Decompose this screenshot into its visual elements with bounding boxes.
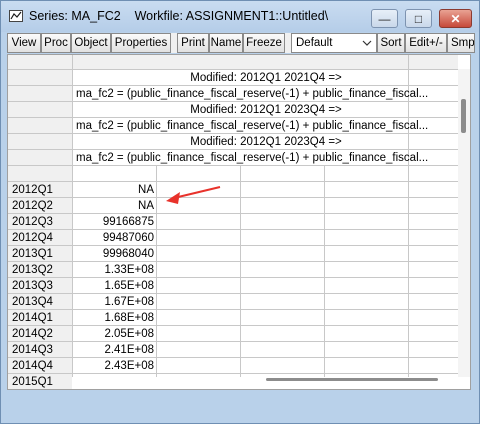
series-window: Series: MA_FC2 Workfile: ASSIGNMENT1::Un… (0, 0, 480, 424)
minimize-button[interactable]: — (371, 9, 398, 28)
cell-value[interactable]: 99968040 (74, 246, 154, 262)
name-button[interactable]: Name (209, 33, 243, 53)
freeze-button[interactable]: Freeze (243, 33, 285, 53)
title-bar[interactable]: Series: MA_FC2 Workfile: ASSIGNMENT1::Un… (1, 1, 479, 32)
grid-row-line (8, 389, 458, 390)
view-button[interactable]: View (7, 33, 41, 53)
comment-line: ma_fc2 = (public_finance_fiscal_reserve(… (76, 152, 429, 164)
object-button[interactable]: Object (71, 33, 111, 53)
row-label: 2014Q1 (12, 312, 53, 324)
close-icon: ✕ (450, 12, 461, 26)
properties-button[interactable]: Properties (111, 33, 171, 53)
cell-value[interactable]: NA (74, 198, 154, 214)
cell-value[interactable]: 1.68E+08 (74, 310, 154, 326)
header-strip (8, 55, 458, 69)
close-button[interactable]: ✕ (439, 9, 472, 28)
cell-value[interactable]: 1.65E+08 (74, 278, 154, 294)
vertical-scroll-thumb[interactable] (461, 99, 466, 133)
sample-select-value: Default (296, 37, 333, 49)
cell-value[interactable] (74, 374, 154, 389)
cell-value[interactable]: 2.41E+08 (74, 342, 154, 358)
toolbar: View Proc Object Properties Print Name F… (7, 33, 475, 53)
row-label: 2012Q2 (12, 200, 53, 212)
row-label: 2012Q4 (12, 232, 53, 244)
comment-line: Modified: 2012Q1 2021Q4 => (190, 72, 342, 84)
cell-value[interactable]: 99166875 (74, 214, 154, 230)
row-label: 2013Q2 (12, 264, 53, 276)
horizontal-scroll-thumb[interactable] (266, 378, 438, 381)
vertical-scrollbar[interactable] (458, 69, 470, 377)
comment-line: ma_fc2 = (public_finance_fiscal_reserve(… (76, 88, 429, 100)
cell-value[interactable]: 2.05E+08 (74, 326, 154, 342)
row-label: 2013Q1 (12, 248, 53, 260)
cell-value[interactable]: NA (74, 182, 154, 198)
print-button[interactable]: Print (177, 33, 209, 53)
row-label: 2012Q3 (12, 216, 53, 228)
comment-line: Modified: 2012Q1 2023Q4 => (190, 104, 342, 116)
sample-select[interactable]: Default (291, 33, 377, 53)
cell-value[interactable]: 1.33E+08 (74, 262, 154, 278)
comment-line: Modified: 2012Q1 2023Q4 => (190, 136, 342, 148)
maximize-icon: □ (414, 12, 423, 26)
row-label: 2014Q2 (12, 328, 53, 340)
spreadsheet-grid[interactable]: Modified: 2012Q1 2021Q4 => ma_fc2 = (pub… (7, 54, 471, 390)
row-label: 2014Q4 (12, 360, 53, 372)
minimize-icon: — (378, 12, 391, 26)
chevron-down-icon (362, 40, 372, 46)
sort-button[interactable]: Sort (377, 33, 405, 53)
edit-button[interactable]: Edit+/- (405, 33, 447, 53)
row-label: 2013Q4 (12, 296, 53, 308)
cell-value[interactable]: 1.67E+08 (74, 294, 154, 310)
sample-button[interactable]: Smp (447, 33, 475, 53)
row-label: 2012Q1 (12, 184, 53, 196)
status-area (7, 391, 471, 417)
cell-value[interactable]: 99487060 (74, 230, 154, 246)
row-label: 2013Q3 (12, 280, 53, 292)
comment-line: ma_fc2 = (public_finance_fiscal_reserve(… (76, 120, 429, 132)
cell-value[interactable]: 2.43E+08 (74, 358, 154, 374)
window-title: Series: MA_FC2 Workfile: ASSIGNMENT1::Un… (29, 9, 329, 23)
maximize-button[interactable]: □ (405, 9, 432, 28)
series-icon (9, 10, 23, 22)
proc-button[interactable]: Proc (41, 33, 71, 53)
row-label: 2015Q1 (12, 376, 53, 388)
row-label: 2014Q3 (12, 344, 53, 356)
